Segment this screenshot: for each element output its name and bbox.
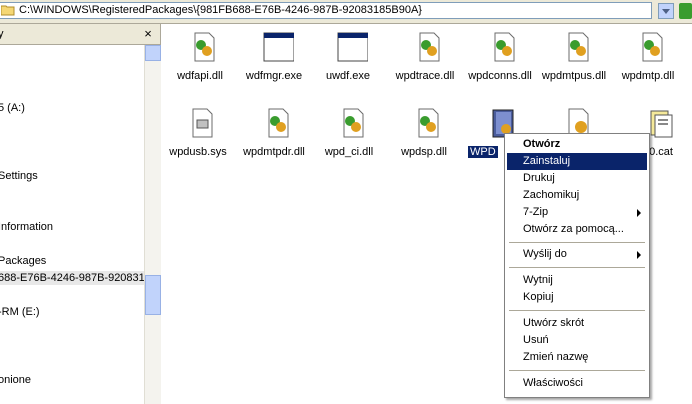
file-name: WPD [468,146,498,158]
menu-item-print[interactable]: Drukuj [507,170,647,187]
tree-item[interactable]: 5 (A:) [0,101,146,115]
file-name: wdfapi.dll [177,70,223,82]
chevron-down-icon [662,8,670,14]
context-menu: Otwórz Zainstaluj Drukuj Zachomikuj 7-Zi… [504,133,650,398]
sys-file-icon [192,108,213,138]
dll-gear-icon [568,32,589,62]
menu-item-chomikuj[interactable]: Zachomikuj [507,187,647,204]
close-icon[interactable]: × [140,26,156,42]
folder-icon [1,5,15,16]
folders-pane: y × 5 (A:) Settings Information Packages… [0,24,161,404]
address-path: C:\WINDOWS\RegisteredPackages\{981FB688-… [19,4,422,16]
folders-pane-title: y [0,28,4,40]
dll-gear-icon [494,32,515,62]
file-name: wpdmtpus.dll [541,70,607,82]
folders-scrollbar[interactable] [144,45,161,404]
file-name: wpdmtpdr.dll [243,146,305,158]
tree-item[interactable]: Settings [0,169,146,183]
menu-item-create-shortcut[interactable]: Utwórz skrót [507,315,647,332]
submenu-arrow-icon [637,251,641,259]
file-name: wpdconns.dll [468,70,532,82]
file-name: wpdtrace.dll [395,70,455,82]
dll-gear-icon [418,108,439,138]
menu-item-open[interactable]: Otwórz [507,136,647,153]
exe-window-icon [337,32,368,62]
menu-item-7zip[interactable]: 7-Zip [507,204,647,221]
menu-item-send-to[interactable]: Wyślij do [507,246,647,263]
file-name: wpdsp.dll [401,146,447,158]
dll-gear-icon [343,108,364,138]
menu-item-rename[interactable]: Zmień nazwę [507,349,647,366]
menu-item-label: Wyślij do [523,248,567,260]
file-name: uwdf.exe [325,70,371,82]
menu-item-properties[interactable]: Właściwości [507,375,647,392]
tree-item[interactable]: Packages [0,254,146,268]
menu-item-cut[interactable]: Wytnij [507,272,647,289]
dll-gear-icon [419,32,440,62]
cat-certificate-icon [650,110,673,138]
menu-item-open-with[interactable]: Otwórz za pomocą... [507,221,647,238]
menu-separator [509,267,645,268]
menu-item-install[interactable]: Zainstaluj [507,153,647,170]
dll-gear-icon [642,32,663,62]
exe-window-icon [263,32,294,62]
file-name: wpdusb.sys [169,146,227,158]
menu-separator [509,242,645,243]
file-name: wpdmtp.dll [621,70,675,82]
tree-item-selected[interactable]: 688-E76B-4246-987B-92083185B90A [0,271,146,285]
menu-separator [509,370,645,371]
file-name: wpd_ci.dll [324,146,374,158]
address-field[interactable]: C:\WINDOWS\RegisteredPackages\{981FB688-… [0,2,652,19]
tree-item[interactable]: Information [0,220,146,234]
tree-item[interactable]: -RM (E:) [0,305,146,319]
dll-gear-icon [194,32,215,62]
go-icon[interactable] [679,3,692,19]
scroll-thumb[interactable] [145,275,161,315]
address-dropdown-button[interactable] [658,3,674,19]
file-name: wdfmgr.exe [245,70,303,82]
address-bar: C:\WINDOWS\RegisteredPackages\{981FB688-… [0,0,692,24]
menu-item-copy[interactable]: Kopiuj [507,289,647,306]
scroll-up-button[interactable] [145,45,161,61]
submenu-arrow-icon [637,209,641,217]
dll-gear-icon [268,108,289,138]
menu-item-label: 7-Zip [523,206,549,218]
tree-item[interactable]: onione [0,373,146,387]
menu-item-delete[interactable]: Usuń [507,332,647,349]
menu-separator [509,310,645,311]
folders-pane-header: y × [0,24,160,45]
